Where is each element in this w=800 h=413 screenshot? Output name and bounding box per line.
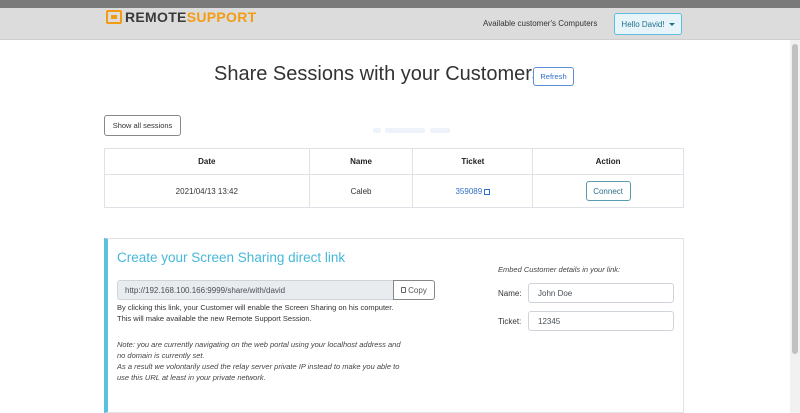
user-menu-label: Hello David! — [621, 19, 665, 29]
ticket-label: Ticket: — [498, 317, 522, 326]
ticket-placeholder: 12345 — [538, 316, 561, 326]
page-title: Share Sessions with your Customers — [214, 63, 542, 85]
direct-link-title: Create your Screen Sharing direct link — [117, 250, 346, 265]
user-menu-button[interactable]: Hello David! — [614, 13, 682, 35]
connect-button[interactable]: Connect — [585, 181, 631, 201]
cell-name: Caleb — [308, 174, 414, 208]
cell-action: Connect — [532, 174, 684, 208]
localhost-note: Note: you are currently navigating on th… — [117, 339, 437, 383]
name-placeholder: John Doe — [538, 288, 573, 298]
col-header-name: Name — [308, 148, 414, 175]
table-header-row: Date Name Ticket Action — [104, 148, 684, 175]
name-label: Name: — [498, 289, 522, 298]
refresh-button[interactable]: Refresh — [533, 67, 574, 86]
ticket-link[interactable]: 359089 — [455, 187, 482, 196]
ticket-input[interactable]: 12345 — [528, 311, 674, 331]
show-all-sessions-button[interactable]: Show all sessions — [104, 115, 181, 136]
col-header-ticket: Ticket — [412, 148, 534, 175]
col-header-date: Date — [104, 148, 310, 175]
col-header-action: Action — [532, 148, 684, 175]
note-line: no domain is currently set. — [117, 351, 205, 360]
chevron-down-icon — [668, 22, 675, 26]
scrollbar-thumb[interactable] — [792, 44, 798, 354]
faded-placeholder — [373, 120, 457, 133]
table-row: 2021/04/13 13:42 Caleb 359089 Connect — [104, 174, 684, 208]
available-computers-link[interactable]: Available customer's Computers — [483, 19, 597, 28]
logo-text-support: SUPPORT — [186, 9, 257, 25]
embed-details-title: Embed Customer details in your link: — [498, 265, 621, 274]
external-link-icon[interactable] — [484, 188, 491, 195]
note-line: As a result we volontarily used the rela… — [117, 362, 400, 371]
description-line: By clicking this link, your Customer wil… — [117, 303, 394, 312]
note-line: Note: you are currently navigating on th… — [117, 340, 401, 349]
share-link-text: http://192.168.100.166:9999/share/with/d… — [125, 285, 286, 295]
logo-text-remote: REMOTE — [125, 9, 187, 25]
logo-icon — [106, 10, 122, 24]
note-line: use this URL at least in your private ne… — [117, 373, 266, 382]
description-line: This will make available the new Remote … — [117, 313, 312, 323]
sessions-table: Date Name Ticket Action 2021/04/13 13:42… — [104, 148, 684, 208]
app-logo[interactable]: REMOTE SUPPORT — [106, 9, 256, 25]
cell-date: 2021/04/13 13:42 — [104, 174, 310, 208]
share-link-field[interactable]: http://192.168.100.166:9999/share/with/d… — [117, 280, 393, 300]
copy-icon — [401, 287, 407, 293]
copy-button[interactable]: Copy — [393, 280, 435, 300]
copy-label: Copy — [408, 285, 427, 295]
link-description: By clicking this link, your Customer wil… — [117, 303, 437, 324]
customer-name-input[interactable]: John Doe — [528, 283, 674, 303]
browser-top-strip — [0, 0, 800, 8]
cell-ticket: 359089 — [412, 174, 534, 208]
